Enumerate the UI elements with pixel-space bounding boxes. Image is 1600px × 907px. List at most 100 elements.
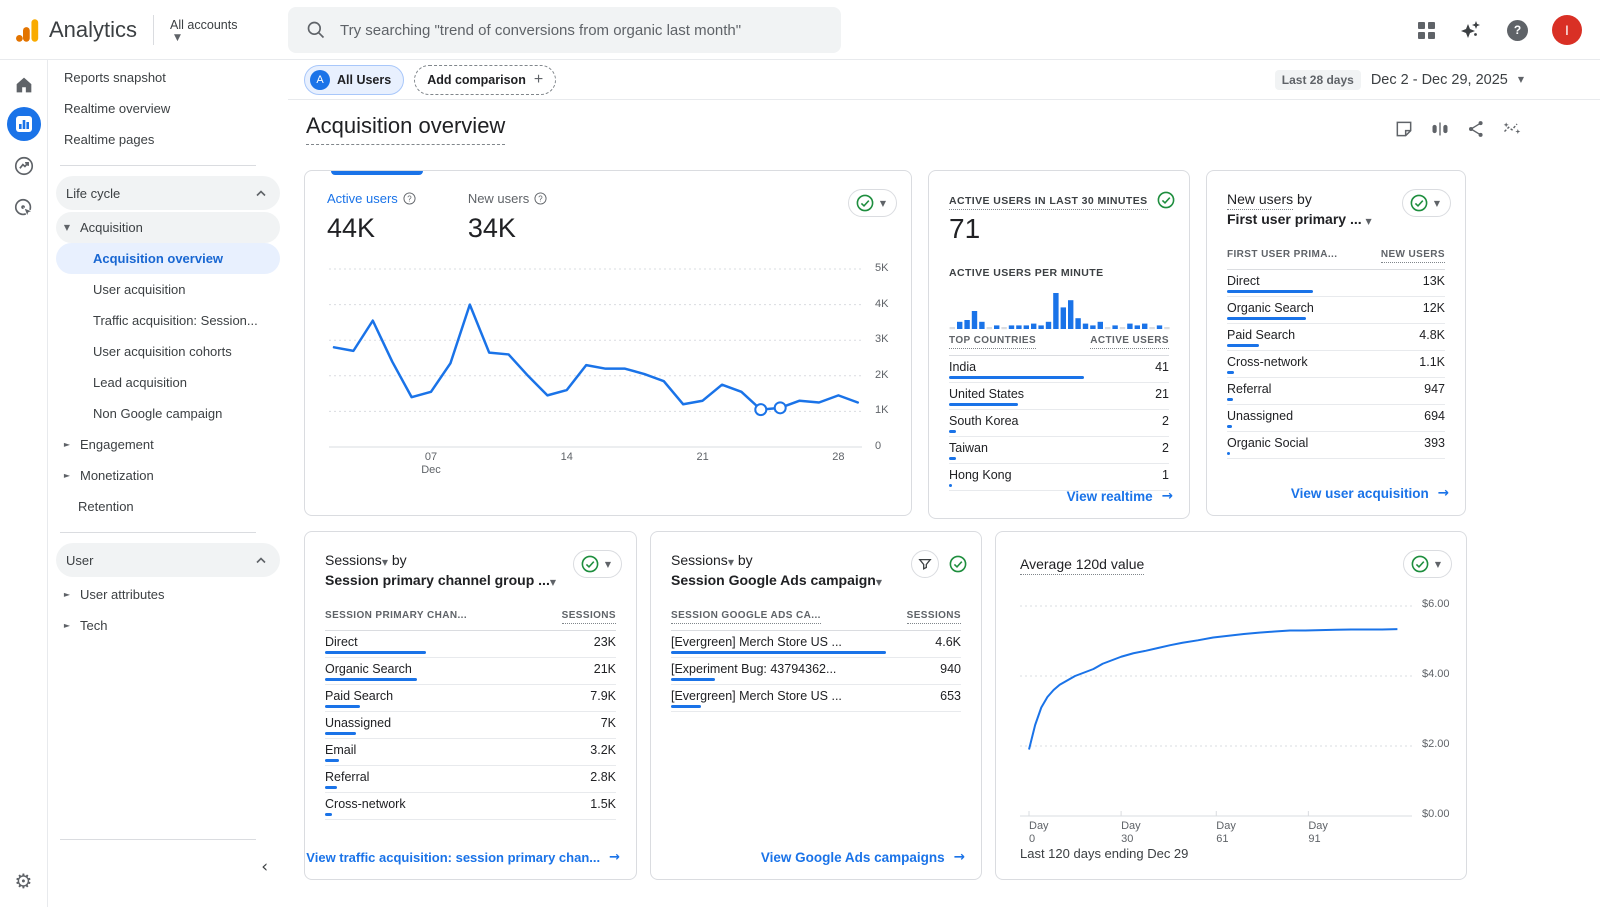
row-value: 1.1K <box>1419 355 1445 369</box>
metric-new-users[interactable]: New users? 34K <box>468 191 547 244</box>
row-value: 393 <box>1424 436 1445 450</box>
row-label: Cross-network <box>325 797 406 811</box>
sidebar-item-acquisition-overview[interactable]: Acquisition overview <box>56 243 280 274</box>
collapse-sidebar-icon[interactable]: ‹ <box>261 857 268 877</box>
sidebar-item-acquisition[interactable]: ▼Acquisition <box>56 212 280 243</box>
insight-status-dropdown[interactable]: ▼ <box>1403 550 1452 578</box>
user-avatar[interactable]: I <box>1552 15 1582 45</box>
realtime-value: 71 <box>949 213 980 245</box>
chevron-down-icon: ▼ <box>1518 75 1524 84</box>
row-label: [Experiment Bug: 43794362... <box>671 662 836 676</box>
apps-grid-icon[interactable] <box>1418 22 1435 39</box>
table-row: Referral947 <box>1227 378 1445 405</box>
sidebar-item-retention[interactable]: Retention <box>48 491 288 522</box>
all-users-chip[interactable]: A All Users <box>304 65 404 95</box>
per-minute-bar-chart[interactable] <box>949 285 1171 331</box>
row-label: Organic Search <box>1227 301 1314 315</box>
sidebar-item-reports-snapshot[interactable]: Reports snapshot <box>48 62 288 93</box>
analytics-logo-icon[interactable] <box>14 17 41 44</box>
sidebar-item-traffic-acquisition-session[interactable]: Traffic acquisition: Session... <box>56 305 280 336</box>
view-traffic-acquisition-link[interactable]: View traffic acquisition: session primar… <box>306 850 620 865</box>
x-axis-label: Day0 <box>1029 820 1049 846</box>
search-icon <box>306 20 326 40</box>
sidebar-item-realtime-pages[interactable]: Realtime pages <box>48 124 288 155</box>
explore-icon[interactable] <box>7 149 41 183</box>
ltv-line-chart[interactable]: $6.00$4.00$2.00$0.00Day0Day30Day61Day91 <box>1020 596 1468 844</box>
help-icon[interactable]: ? <box>1507 20 1528 41</box>
sidebar-item-user-acquisition-cohorts[interactable]: User acquisition cohorts <box>56 336 280 367</box>
sidebar-item-user-acquisition[interactable]: User acquisition <box>56 274 280 305</box>
y-axis-label: 1K <box>875 404 888 416</box>
y-axis-label: 0 <box>875 440 881 452</box>
row-bar <box>1227 344 1259 347</box>
dimension-selector[interactable]: Session primary channel group ...▼ <box>325 572 620 588</box>
all-users-label: All Users <box>337 73 391 87</box>
account-switcher[interactable]: All accounts ▼ <box>170 18 237 43</box>
gemini-sparkle-icon[interactable] <box>1459 18 1483 42</box>
google-ads-campaigns-card: Sessions▼ by Session Google Ads campaign… <box>650 531 982 880</box>
sidebar-item-lead-acquisition[interactable]: Lead acquisition <box>56 367 280 398</box>
row-value: 2 <box>1162 441 1169 455</box>
table-row: Cross-network1.5K <box>325 793 616 820</box>
check-circle-icon[interactable] <box>949 555 967 573</box>
row-label: Referral <box>325 770 369 784</box>
y-axis-label: $6.00 <box>1422 598 1450 610</box>
sidebar-item-realtime-overview[interactable]: Realtime overview <box>48 93 288 124</box>
row-value: 7K <box>601 716 616 730</box>
view-user-acquisition-link[interactable]: View user acquisition→ <box>1291 485 1449 501</box>
home-icon[interactable] <box>7 68 41 102</box>
table-row: Referral2.8K <box>325 766 616 793</box>
row-value: 21K <box>594 662 616 676</box>
sidebar-item-non-google-campaign[interactable]: Non Google campaign <box>56 398 280 429</box>
filter-icon[interactable] <box>911 550 939 578</box>
date-preset-chip: Last 28 days <box>1275 70 1361 90</box>
comparison-icon[interactable] <box>1430 119 1450 139</box>
row-value: 653 <box>940 689 961 703</box>
table-row: Unassigned7K <box>325 712 616 739</box>
sidebar-item-engagement[interactable]: ►Engagement <box>56 429 280 460</box>
check-circle-icon[interactable] <box>1157 191 1175 209</box>
metric-active-users[interactable]: Active users? 44K <box>327 191 416 244</box>
link-label: View traffic acquisition: session primar… <box>306 850 600 865</box>
notes-icon[interactable] <box>1394 119 1414 139</box>
row-bar <box>1227 425 1232 428</box>
metric-label: New users <box>468 191 529 206</box>
brand: Analytics All accounts ▼ <box>14 0 237 60</box>
row-bar <box>325 813 332 816</box>
new-users-by-channel-card: New users by First user primary ... ▼ ▼ … <box>1206 170 1466 516</box>
sidebar-item-tech[interactable]: ►Tech <box>56 610 280 641</box>
card-metric[interactable]: Sessions <box>325 552 382 568</box>
row-bar <box>325 678 417 681</box>
insight-status-dropdown[interactable]: ▼ <box>1402 189 1451 217</box>
sidebar-section-user[interactable]: User <box>56 543 280 577</box>
table-row: India41 <box>949 356 1169 383</box>
add-comparison-chip[interactable]: Add comparison + <box>414 65 556 95</box>
row-value: 23K <box>594 635 616 649</box>
date-range-picker[interactable]: Last 28 days Dec 2 - Dec 29, 2025 ▼ <box>1275 70 1524 90</box>
reports-icon[interactable] <box>7 107 41 141</box>
table-row: Paid Search7.9K <box>325 685 616 712</box>
view-realtime-link[interactable]: View realtime→ <box>1067 488 1173 504</box>
column-header: SESSIONS <box>907 610 961 624</box>
insights-icon[interactable] <box>1502 119 1522 139</box>
card-metric[interactable]: Sessions <box>671 552 728 568</box>
card-metric[interactable]: New users <box>1227 191 1293 210</box>
view-google-ads-link[interactable]: View Google Ads campaigns→ <box>761 849 965 865</box>
active-users-line-chart[interactable]: 5K4K3K2K1K007Dec142128 <box>329 259 869 469</box>
share-icon[interactable] <box>1466 119 1486 139</box>
insight-status-dropdown[interactable]: ▼ <box>573 550 622 578</box>
row-bar <box>325 651 426 654</box>
insight-status-dropdown[interactable]: ▼ <box>848 189 897 217</box>
sidebar-item-label: Engagement <box>80 437 154 452</box>
advertising-icon[interactable] <box>7 191 41 225</box>
admin-gear-icon[interactable]: ⚙ <box>15 869 33 893</box>
column-header: SESSION PRIMARY CHAN... <box>325 610 467 624</box>
sidebar-item-label: Tech <box>80 618 107 633</box>
dimension-label: First user primary ... <box>1227 211 1362 227</box>
sidebar-item-monetization[interactable]: ►Monetization <box>56 460 280 491</box>
row-label: Unassigned <box>1227 409 1293 423</box>
sidebar-item-user-attributes[interactable]: ►User attributes <box>56 579 280 610</box>
search-bar[interactable]: Try searching "trend of conversions from… <box>288 7 841 53</box>
dimension-label: Session primary channel group ... <box>325 572 550 588</box>
sidebar-section-life-cycle[interactable]: Life cycle <box>56 176 280 210</box>
